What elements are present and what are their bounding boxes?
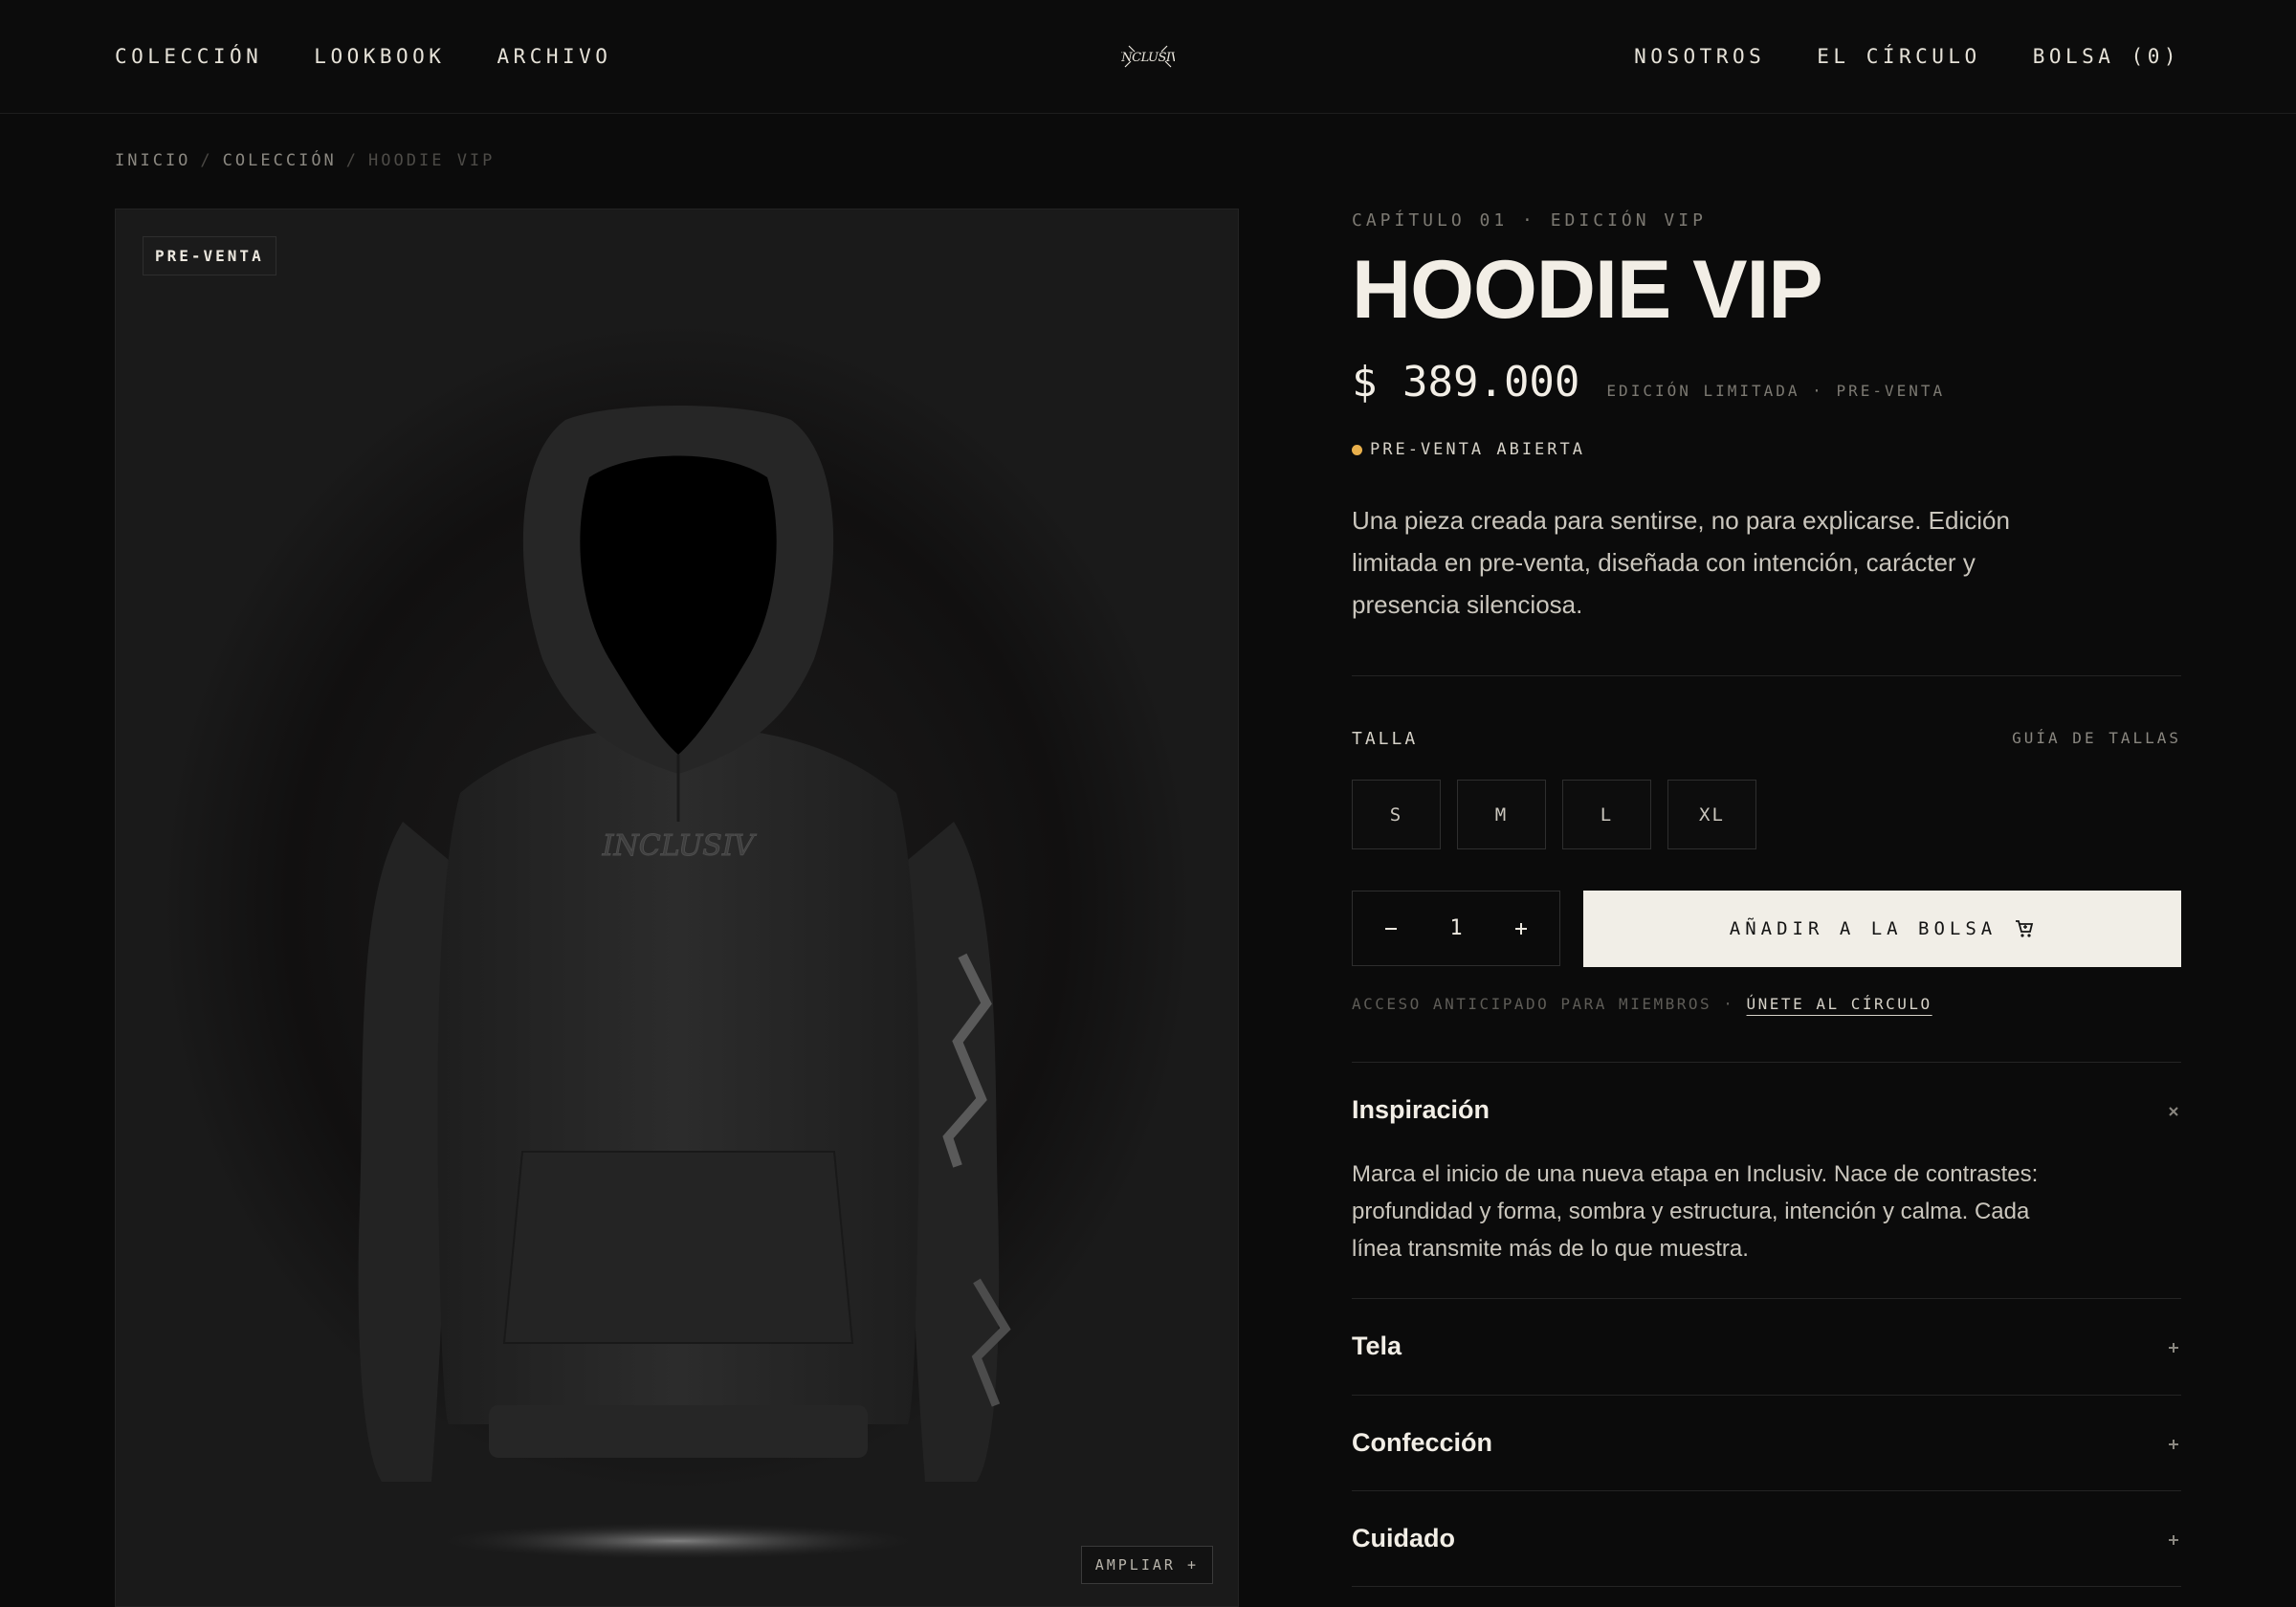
breadcrumb: INICIO / COLECCIÓN / HOODIE VIP bbox=[115, 151, 495, 170]
close-icon[interactable] bbox=[2166, 1104, 2181, 1119]
add-to-bag-label: AÑADIR A LA BOLSA bbox=[1729, 918, 1998, 939]
nav-left: COLECCIÓN LOOKBOOK ARCHIVO bbox=[115, 0, 611, 113]
increase-quantity-button[interactable] bbox=[1504, 912, 1538, 946]
accordion-title[interactable]: Cuidado bbox=[1352, 1524, 1455, 1553]
svg-text:INCLUSIV: INCLUSIV bbox=[602, 829, 758, 863]
status-dot-icon bbox=[1352, 444, 1362, 455]
nav-right: NOSOTROS EL CÍRCULO BOLSA (0) bbox=[1634, 0, 2180, 113]
decrease-quantity-button[interactable] bbox=[1374, 912, 1408, 946]
product-price: $ 389.000 bbox=[1352, 358, 1580, 407]
divider bbox=[1352, 1395, 2181, 1396]
size-option-s[interactable]: S bbox=[1352, 780, 1441, 849]
add-to-bag-button[interactable]: AÑADIR A LA BOLSA bbox=[1583, 891, 2181, 967]
quantity-value[interactable]: 1 bbox=[1449, 916, 1462, 940]
product-description: Una pieza creada para sentirse, no para … bbox=[1352, 506, 2010, 619]
plus-icon[interactable] bbox=[2166, 1437, 2181, 1452]
size-label: TALLA bbox=[1352, 729, 1419, 749]
nav-link-lookbook[interactable]: LOOKBOOK bbox=[314, 45, 445, 68]
hoodie-illustration: INCLUSIV bbox=[358, 406, 1011, 1560]
size-option-xl[interactable]: XL bbox=[1667, 780, 1756, 849]
plus-icon[interactable] bbox=[2166, 1340, 2181, 1355]
quantity-stepper: 1 bbox=[1352, 891, 1560, 966]
plus-icon[interactable] bbox=[2166, 1532, 2181, 1548]
breadcrumb-current: HOODIE VIP bbox=[368, 151, 496, 170]
product-title: HOODIE VIP bbox=[1352, 244, 1823, 336]
breadcrumb-coleccion[interactable]: COLECCIÓN bbox=[223, 151, 337, 170]
breadcrumb-separator: / bbox=[345, 151, 360, 170]
inclusiv-logo[interactable]: INCLUSIV bbox=[1121, 40, 1175, 73]
join-circle-link[interactable]: ÚNETE AL CÍRCULO bbox=[1747, 995, 1932, 1013]
pre-venta-badge: PRE-VENTA bbox=[143, 236, 276, 275]
divider bbox=[1352, 1490, 2181, 1491]
top-navigation-bar: COLECCIÓN LOOKBOOK ARCHIVO INCLUSIV NOSO… bbox=[0, 0, 2296, 114]
cart-bag-link[interactable]: BOLSA (0) bbox=[2033, 45, 2180, 68]
breadcrumb-inicio[interactable]: INICIO bbox=[115, 151, 190, 170]
accordion-title[interactable]: Tela bbox=[1352, 1332, 1402, 1361]
preorder-status: PRE-VENTA ABIERTA bbox=[1352, 440, 1585, 459]
divider bbox=[1352, 1298, 2181, 1299]
nav-link-archivo[interactable]: ARCHIVO bbox=[497, 45, 611, 68]
price-note: EDICIÓN LIMITADA · PRE-VENTA bbox=[1606, 382, 1946, 400]
preorder-status-label: PRE-VENTA ABIERTA bbox=[1370, 440, 1585, 459]
cart-icon bbox=[2016, 920, 2034, 937]
accordion-title[interactable]: Confección bbox=[1352, 1428, 1492, 1458]
size-guide-link[interactable]: GUÍA DE TALLAS bbox=[2012, 729, 2181, 747]
divider bbox=[1352, 1586, 2181, 1587]
zoom-button[interactable]: AMPLIAR + bbox=[1080, 1546, 1213, 1584]
divider bbox=[1352, 1062, 2181, 1063]
price-row: $ 389.000 EDICIÓN LIMITADA · PRE-VENTA bbox=[1352, 358, 1945, 407]
product-kicker: CAPÍTULO 01 · EDICIÓN VIP bbox=[1352, 210, 1707, 231]
nav-link-coleccion[interactable]: COLECCIÓN bbox=[115, 45, 262, 68]
member-access-note: ACCESO ANTICIPADO PARA MIEMBROS · ÚNETE … bbox=[1352, 995, 1932, 1013]
plus-icon bbox=[1515, 922, 1527, 935]
divider bbox=[1352, 675, 2181, 676]
size-option-l[interactable]: L bbox=[1562, 780, 1651, 849]
size-options: S M L XL bbox=[1352, 780, 1756, 849]
accordion-body: Marca el inicio de una nueva etapa en In… bbox=[1352, 1161, 2039, 1262]
accordion-title[interactable]: Inspiración bbox=[1352, 1095, 1490, 1125]
nav-link-nosotros[interactable]: NOSOTROS bbox=[1634, 45, 1765, 68]
member-note-text: ACCESO ANTICIPADO PARA MIEMBROS · bbox=[1352, 995, 1735, 1013]
breadcrumb-separator: / bbox=[200, 151, 213, 170]
minus-icon bbox=[1385, 927, 1397, 930]
size-option-m[interactable]: M bbox=[1457, 780, 1546, 849]
product-image[interactable]: INCLUSIV PRE-VENTA AMPLIAR + bbox=[115, 209, 1239, 1607]
nav-link-el-circulo[interactable]: EL CÍRCULO bbox=[1817, 45, 1980, 68]
